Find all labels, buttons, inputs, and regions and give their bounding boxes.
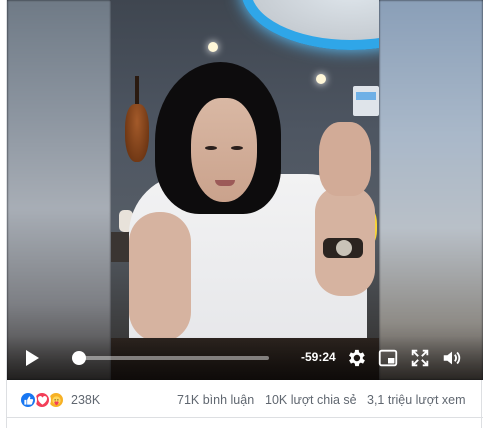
play-icon[interactable] xyxy=(23,348,43,368)
person-face xyxy=(191,98,257,202)
violin xyxy=(125,104,149,162)
volume-icon[interactable] xyxy=(441,347,463,369)
person-arm xyxy=(129,212,191,342)
progress-bar[interactable] xyxy=(73,356,269,360)
mouth xyxy=(215,180,235,186)
ceiling-lamp xyxy=(208,42,218,52)
like-reaction-icon xyxy=(19,391,37,409)
video-blur-right xyxy=(379,0,483,380)
post-stats-bar: 238K 71K bình luận 10K lượt chia sẻ 3,1 … xyxy=(7,380,483,418)
shares-count-link[interactable]: 10K lượt chia sẻ xyxy=(265,393,357,407)
ceiling-lamp xyxy=(316,74,326,84)
video-blur-left xyxy=(7,0,111,380)
violin-neck xyxy=(135,76,139,106)
video-post-card: -59:24 238K 71K bình luận 10K lượt chia … xyxy=(6,0,483,428)
comments-count-link[interactable]: 71K bình luận xyxy=(177,393,254,407)
gear-icon[interactable] xyxy=(345,347,367,369)
fullscreen-icon[interactable] xyxy=(409,347,431,369)
reactions-summary[interactable]: 238K xyxy=(19,390,100,410)
video-controls-bar: -59:24 xyxy=(7,336,483,380)
time-remaining: -59:24 xyxy=(301,350,336,364)
person-hand xyxy=(319,122,371,196)
views-count: 3,1 triệu lượt xem xyxy=(367,393,466,407)
wristwatch xyxy=(323,238,363,258)
reaction-count: 238K xyxy=(71,393,101,407)
eye xyxy=(205,146,217,150)
picture-in-picture-icon[interactable] xyxy=(377,347,399,369)
video-player[interactable]: -59:24 xyxy=(7,0,483,380)
ceiling-light xyxy=(241,0,379,50)
video-frame[interactable] xyxy=(111,0,379,380)
progress-knob[interactable] xyxy=(71,351,86,365)
eye xyxy=(231,146,243,150)
air-conditioner xyxy=(353,86,379,116)
